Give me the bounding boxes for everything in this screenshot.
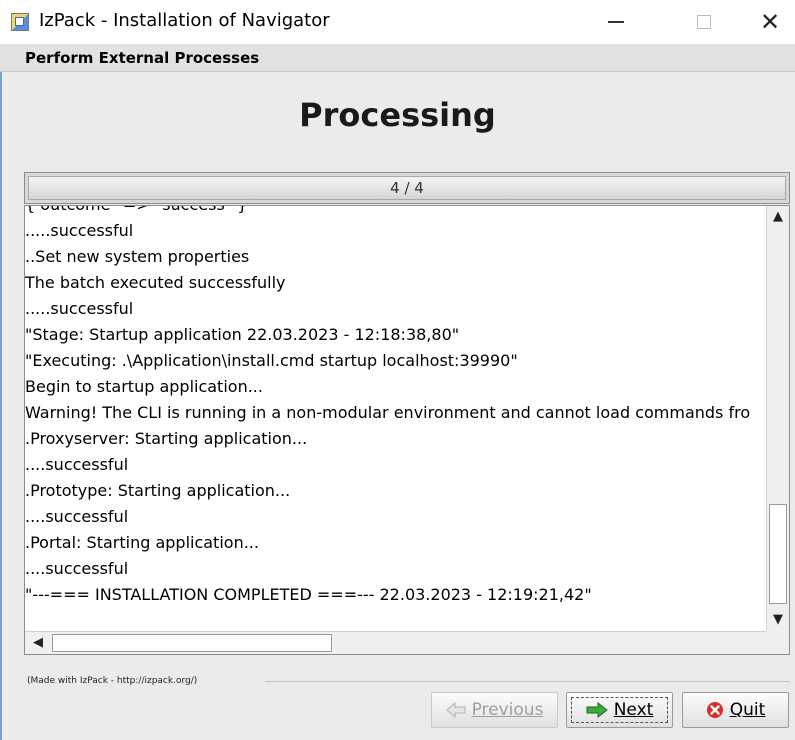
log-line: .Proxyserver: Starting application... [25,429,308,448]
arrow-left-icon [445,702,466,718]
scroll-down-button[interactable]: ▼ [768,609,788,631]
next-button[interactable]: Next [566,692,673,728]
maximize-icon [697,15,711,29]
focus-ring [571,697,668,723]
maximize-button[interactable] [678,0,730,44]
installer-window: IzPack - Installation of Navigator ✕ Per… [0,0,795,740]
quit-button[interactable]: Quit [682,692,789,728]
log-line: ....successful [25,507,129,526]
chevron-left-icon: ◀ [33,635,43,650]
footer-divider [265,681,790,682]
app-icon [11,13,29,31]
log-line: .....successful [25,299,134,318]
quit-button-label: Quit [729,700,766,720]
page-heading: Processing [299,96,496,134]
minimize-button[interactable] [590,0,642,44]
log-line: "---=== INSTALLATION COMPLETED ===--- 22… [25,585,592,604]
title-bar[interactable]: IzPack - Installation of Navigator ✕ [0,0,795,44]
process-log[interactable]: { outcome" => "success" } .....successful… [24,205,790,655]
scroll-up-button[interactable]: ▲ [768,206,788,228]
panel-title: Perform External Processes [25,49,260,67]
chevron-down-icon: ▼ [773,612,783,627]
horizontal-scroll-thumb[interactable] [52,634,332,652]
log-line: { outcome" => "success" } [25,206,750,218]
made-with-label: (Made with IzPack - http://izpack.org/) [27,676,198,686]
vertical-scroll-thumb[interactable] [769,504,787,604]
log-lines: { outcome" => "success" } .....successful… [25,206,750,608]
previous-button[interactable]: Previous [431,692,558,728]
log-line: Begin to startup application... [25,377,263,396]
scroll-left-button[interactable]: ◀ [27,633,49,653]
minimize-icon [608,21,624,23]
close-button[interactable]: ✕ [744,0,795,44]
chevron-up-icon: ▲ [773,209,783,224]
log-viewport[interactable]: { outcome" => "success" } .....successful… [25,206,767,631]
log-line: ..Set new system properties [25,247,250,266]
log-line: ....successful [25,455,129,474]
log-line: .Prototype: Starting application... [25,481,291,500]
window-title: IzPack - Installation of Navigator [39,10,330,31]
log-line: ....successful [25,559,129,578]
log-line: "Executing: .\Application\install.cmd st… [25,351,518,370]
progress-label: 4 / 4 [390,179,424,197]
stop-icon [706,701,724,719]
log-line: Warning! The CLI is running in a non-mod… [25,403,751,422]
close-icon: ✕ [759,8,781,36]
progress-bar: 4 / 4 [24,172,790,204]
log-line: .Portal: Starting application... [25,533,259,552]
vertical-scrollbar[interactable]: ▲ ▼ [766,206,789,631]
horizontal-scrollbar[interactable]: ◀ ▶ [25,631,789,654]
log-line: "Stage: Startup application 22.03.2023 -… [25,325,460,344]
panel-header: Perform External Processes [0,44,795,72]
previous-button-label: Previous [471,700,544,720]
scrollbar-corner [766,631,789,654]
log-line: .....successful [25,221,134,240]
log-line: The batch executed successfully [25,273,286,292]
